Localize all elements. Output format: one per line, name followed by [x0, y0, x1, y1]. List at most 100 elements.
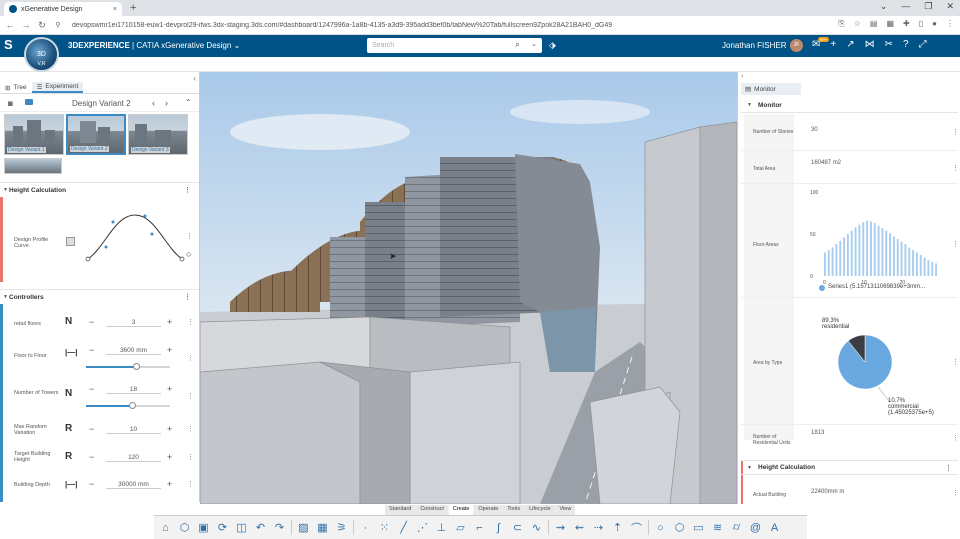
compass-widget[interactable]: 3D V,R	[24, 37, 59, 72]
more-options-icon[interactable]: ⋮	[952, 489, 959, 497]
action-tab-tools[interactable]: Tools	[503, 505, 525, 515]
tab-monitor[interactable]: ▤ Monitor	[741, 83, 801, 95]
extrude-icon[interactable]: ⇡	[610, 520, 625, 535]
point-icon[interactable]: ·	[358, 520, 373, 535]
point-grid-icon[interactable]: ⁙	[377, 520, 392, 535]
reader-icon[interactable]: ▤	[870, 19, 878, 29]
floor-area-bar[interactable]	[854, 227, 857, 276]
floor-area-bar[interactable]	[889, 233, 892, 276]
more-options-icon[interactable]: ⋮	[952, 128, 959, 136]
reload-icon[interactable]: ↻	[36, 20, 48, 31]
puzzle-icon[interactable]: ✚	[903, 19, 910, 29]
variant-thumbnail[interactable]	[4, 158, 62, 174]
variant-thumbnail-selected[interactable]: Design Variant 2	[66, 114, 126, 155]
variant-thumbnail[interactable]: Design Variant 3	[128, 114, 188, 155]
floor-area-bar[interactable]	[866, 220, 869, 276]
action-tab-standard[interactable]: Standard	[385, 505, 416, 515]
cylinder-icon[interactable]: ⌭	[729, 520, 744, 535]
fillet-icon[interactable]: ⌒	[629, 520, 644, 535]
height-calc-header[interactable]: ▼ Height Calculation ⋮	[741, 460, 958, 475]
layers-icon[interactable]: ▦	[315, 520, 330, 535]
sidebar-icon[interactable]: ▯	[919, 19, 923, 29]
collapse-up-icon[interactable]: ⌃	[185, 98, 192, 107]
share-icon[interactable]: ↗	[846, 39, 854, 50]
redo-icon[interactable]: ↷	[272, 520, 287, 535]
more-options-icon[interactable]: ⋮	[187, 392, 194, 400]
sweep-icon[interactable]: ⇝	[553, 520, 568, 535]
more-options-icon[interactable]: ⋮	[184, 293, 191, 301]
curve-image-icon[interactable]	[66, 237, 75, 246]
decrement-button[interactable]: −	[89, 452, 94, 462]
floor-area-bar[interactable]	[846, 234, 849, 276]
param-slider[interactable]	[86, 363, 170, 370]
floor-area-bar[interactable]	[923, 257, 926, 276]
decrement-button[interactable]: −	[89, 317, 94, 327]
design-profile-curve[interactable]	[80, 207, 190, 267]
variant-thumbnail[interactable]: Design Variant 1	[4, 114, 64, 155]
floor-area-bar[interactable]	[839, 240, 842, 276]
param-value-field[interactable]: 3	[106, 319, 161, 327]
floor-area-bar[interactable]	[900, 241, 903, 276]
action-tab-construct[interactable]: Construct	[416, 505, 448, 515]
back-icon[interactable]: ←	[4, 20, 16, 30]
tab-tree[interactable]: ⊞ Tree	[0, 82, 32, 93]
param-value-field[interactable]: 18	[106, 386, 161, 394]
curve-handle-icon[interactable]: ○	[186, 249, 191, 259]
floor-area-bar[interactable]	[858, 224, 861, 276]
decrement-button[interactable]: −	[89, 424, 94, 434]
more-options-icon[interactable]: ⋮	[945, 464, 952, 472]
feed-icon[interactable]: ⚞	[334, 520, 349, 535]
image-icon[interactable]: ▨	[296, 520, 311, 535]
floor-area-bar[interactable]	[919, 255, 922, 276]
bookmark-star-icon[interactable]: ☆	[854, 19, 861, 29]
app-title[interactable]: 3DEXPERIENCE | CATIA xGenerative Design …	[68, 41, 240, 50]
more-options-icon[interactable]: ⋮	[187, 318, 194, 326]
share-page-icon[interactable]: ⎘	[838, 19, 844, 29]
add-icon[interactable]: +	[830, 39, 836, 50]
circle-icon[interactable]: ○	[653, 520, 668, 535]
floor-area-bar[interactable]	[877, 225, 880, 276]
fullscreen-icon[interactable]: ⤢	[919, 39, 927, 50]
helix-icon[interactable]: ≋	[710, 520, 725, 535]
floor-area-bar[interactable]	[862, 222, 865, 276]
blend-icon[interactable]: ⇜	[572, 520, 587, 535]
forward-icon[interactable]: →	[20, 20, 32, 30]
polyline-icon[interactable]: ⌐	[472, 520, 487, 535]
legend-label[interactable]: Series1 (5.1571311069839e+3mm...	[828, 284, 925, 290]
search-dropdown-icon[interactable]: ⌄	[531, 40, 537, 48]
search-icon[interactable]: ⌕	[515, 39, 520, 50]
plane-icon[interactable]: ▱	[453, 520, 468, 535]
floor-area-bar[interactable]	[915, 252, 918, 276]
param-slider[interactable]	[86, 402, 170, 409]
dashed-line-icon[interactable]: ⋰	[415, 520, 430, 535]
action-tab-lifecycle[interactable]: Lifecycle	[525, 505, 555, 515]
previous-variant-icon[interactable]: ‹	[152, 98, 155, 108]
tab-experiment[interactable]: ☰ Experiment	[31, 82, 84, 93]
increment-button[interactable]: +	[167, 317, 172, 327]
floor-area-bar[interactable]	[904, 244, 907, 276]
floor-area-bar[interactable]	[931, 261, 934, 276]
floor-area-bar[interactable]	[827, 249, 830, 276]
floor-area-bar[interactable]	[823, 252, 826, 276]
browser-tab[interactable]: xGenerative Design ×	[4, 2, 122, 16]
maximize-icon[interactable]: ❐	[924, 1, 932, 12]
spiral-icon[interactable]: @	[748, 520, 763, 535]
floor-area-bar[interactable]	[869, 221, 872, 276]
video-icon[interactable]	[25, 99, 33, 105]
action-tab-operate[interactable]: Operate	[474, 505, 503, 515]
more-options-icon[interactable]: ⋮	[952, 434, 959, 442]
floor-area-bar[interactable]	[843, 237, 846, 276]
profile-icon[interactable]: ●	[932, 19, 937, 29]
spline-icon[interactable]: ∿	[529, 520, 544, 535]
more-options-icon[interactable]: ⋮	[187, 453, 194, 461]
undo-icon[interactable]: ↶	[253, 520, 268, 535]
more-options-icon[interactable]: ⋮	[952, 164, 959, 172]
floor-area-bar[interactable]	[892, 236, 895, 276]
save-icon[interactable]: ▣	[196, 520, 211, 535]
slider-thumb[interactable]	[133, 363, 141, 370]
ds-logo-icon[interactable]: Ѕ	[4, 37, 13, 52]
param-value-field[interactable]: 3600 mm	[106, 347, 161, 355]
hexagon-icon[interactable]: ⬡	[672, 520, 687, 535]
decrement-button[interactable]: −	[89, 479, 94, 489]
decrement-button[interactable]: −	[89, 345, 94, 355]
